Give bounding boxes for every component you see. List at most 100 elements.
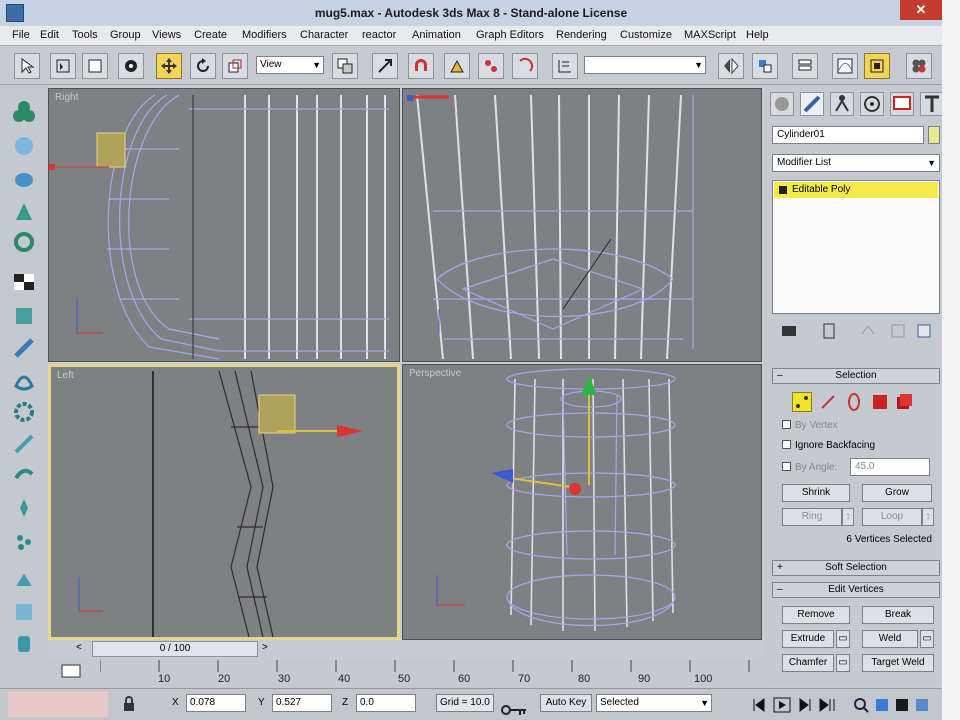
stack-tools-icons[interactable]	[782, 322, 932, 340]
maxscript-listener[interactable]	[8, 691, 108, 717]
remove-button[interactable]: Remove	[782, 606, 850, 624]
by-vertex-checkbox[interactable]: By Vertex	[782, 420, 838, 431]
select-and-scale-button[interactable]	[222, 53, 248, 79]
chamfer-settings-button[interactable]: ▭	[836, 654, 850, 672]
menu-help[interactable]: Help	[746, 29, 769, 41]
helper-icon[interactable]	[12, 336, 36, 360]
select-object-button[interactable]	[14, 53, 40, 79]
torus-icon[interactable]	[12, 230, 36, 254]
menu-group[interactable]: Group	[110, 29, 141, 41]
material-editor-button[interactable]	[906, 53, 932, 79]
percent-snap-button[interactable]	[478, 53, 504, 79]
snaps-toggle-button[interactable]	[408, 53, 434, 79]
menu-modifiers[interactable]: Modifiers	[242, 29, 287, 41]
modifier-list-dropdown[interactable]: Modifier List ▼	[772, 154, 940, 172]
ring-spinner[interactable]: ↕	[842, 508, 854, 526]
object-color-swatch[interactable]	[928, 126, 940, 144]
align-button[interactable]	[752, 53, 778, 79]
spinner-snap-button[interactable]	[512, 53, 538, 79]
close-window-button[interactable]: ✕	[900, 0, 942, 20]
x-coordinate-field[interactable]: 0.078	[186, 694, 246, 712]
select-and-manipulate-button[interactable]	[372, 53, 398, 79]
border-icon[interactable]	[844, 392, 864, 412]
menu-file[interactable]: File	[12, 29, 30, 41]
break-button[interactable]: Break	[862, 606, 934, 624]
rectangular-selection-button[interactable]	[82, 53, 108, 79]
viewport-label-right[interactable]: Right	[55, 92, 78, 103]
use-pivot-center-button[interactable]	[332, 53, 358, 79]
layer-manager-button[interactable]	[792, 53, 818, 79]
chamfer-button[interactable]: Chamfer	[782, 654, 834, 672]
auto-key-button[interactable]: Auto Key	[540, 694, 592, 712]
named-selection-dropdown[interactable]: ▼	[584, 56, 706, 74]
target-weld-button[interactable]: Target Weld	[862, 654, 934, 672]
particle-icon[interactable]	[12, 530, 36, 554]
cylinder-icon[interactable]	[12, 632, 36, 656]
next-frame-arrow-icon[interactable]: >	[262, 642, 268, 653]
playback-controls-icon[interactable]	[752, 696, 842, 714]
element-icon[interactable]	[894, 392, 914, 412]
grow-button[interactable]: Grow	[862, 484, 932, 502]
tab-display[interactable]	[890, 92, 914, 116]
select-and-rotate-button[interactable]	[190, 53, 216, 79]
menu-animation[interactable]: Animation	[412, 29, 461, 41]
polygon-icon[interactable]	[870, 392, 890, 412]
menu-graph-editors[interactable]: Graph Editors	[476, 29, 544, 41]
tab-modify[interactable]	[800, 92, 824, 116]
menu-rendering[interactable]: Rendering	[556, 29, 607, 41]
select-by-name-button[interactable]	[50, 53, 76, 79]
extrude-button[interactable]: Extrude	[782, 630, 834, 648]
edit-named-selection-button[interactable]	[552, 53, 578, 79]
selection-rollout-header[interactable]: – Selection	[772, 368, 940, 384]
tab-create[interactable]	[770, 92, 794, 116]
y-coordinate-field[interactable]: 0.527	[272, 694, 332, 712]
tab-utilities[interactable]	[920, 92, 944, 116]
stack-item-editable-poly[interactable]: Editable Poly	[774, 182, 938, 198]
curve-editor-button[interactable]	[832, 53, 858, 79]
select-and-move-button[interactable]	[156, 53, 182, 79]
mirror-button[interactable]	[718, 53, 744, 79]
weld-button[interactable]: Weld	[862, 630, 918, 648]
previous-frame-arrow-icon[interactable]: <	[76, 642, 82, 653]
viewport-back[interactable]	[402, 88, 762, 362]
ring-button[interactable]: Ring	[782, 508, 842, 526]
track-bar[interactable]: 10 20 30 40 50 60 70 80 90 100	[0, 658, 764, 688]
edit-vertices-rollout-header[interactable]: – Edit Vertices	[772, 582, 940, 598]
loop-button[interactable]: Loop	[862, 508, 922, 526]
create-geometry-icon[interactable]	[12, 100, 36, 124]
viewport-label-left[interactable]: Left	[57, 370, 74, 381]
teapot-icon[interactable]	[12, 166, 36, 190]
reference-coordinate-dropdown[interactable]: View ▼	[256, 56, 324, 74]
weld-settings-button[interactable]: ▭	[920, 630, 934, 648]
viewport-right[interactable]: Right	[48, 88, 400, 362]
menu-edit[interactable]: Edit	[40, 29, 59, 41]
knot-icon[interactable]	[12, 368, 36, 392]
viewport-perspective[interactable]: Perspective	[402, 364, 762, 640]
shrink-button[interactable]: Shrink	[782, 484, 850, 502]
cloth-icon[interactable]	[12, 600, 36, 624]
window-crossing-button[interactable]	[118, 53, 144, 79]
edge-icon[interactable]	[818, 392, 838, 412]
viewport-left[interactable]: Left	[48, 364, 400, 640]
hose-icon[interactable]	[12, 460, 36, 484]
lock-icon[interactable]	[122, 696, 136, 712]
z-coordinate-field[interactable]: 0.0	[356, 694, 416, 712]
gear-icon[interactable]	[12, 400, 36, 424]
ignore-backfacing-checkbox[interactable]: Ignore Backfacing	[782, 440, 875, 451]
mini-curve-editor-icon[interactable]	[60, 662, 82, 680]
viewport-label-perspective[interactable]: Perspective	[409, 368, 461, 379]
menu-character[interactable]: Character	[300, 29, 348, 41]
angle-snap-button[interactable]	[444, 53, 470, 79]
key-icon[interactable]	[500, 703, 528, 717]
vertex-mode-button[interactable]	[792, 392, 812, 412]
menu-views[interactable]: Views	[152, 29, 181, 41]
schematic-view-button[interactable]	[864, 53, 890, 79]
dynamics-icon[interactable]	[12, 570, 36, 594]
box-icon[interactable]	[12, 304, 36, 328]
extrude-settings-button[interactable]: ▭	[836, 630, 850, 648]
tab-motion[interactable]	[860, 92, 884, 116]
menu-reactor[interactable]: reactor	[362, 29, 396, 41]
menu-customize[interactable]: Customize	[620, 29, 672, 41]
angle-spinner[interactable]: 45.0	[850, 458, 930, 476]
soft-selection-rollout-header[interactable]: + Soft Selection	[772, 560, 940, 576]
